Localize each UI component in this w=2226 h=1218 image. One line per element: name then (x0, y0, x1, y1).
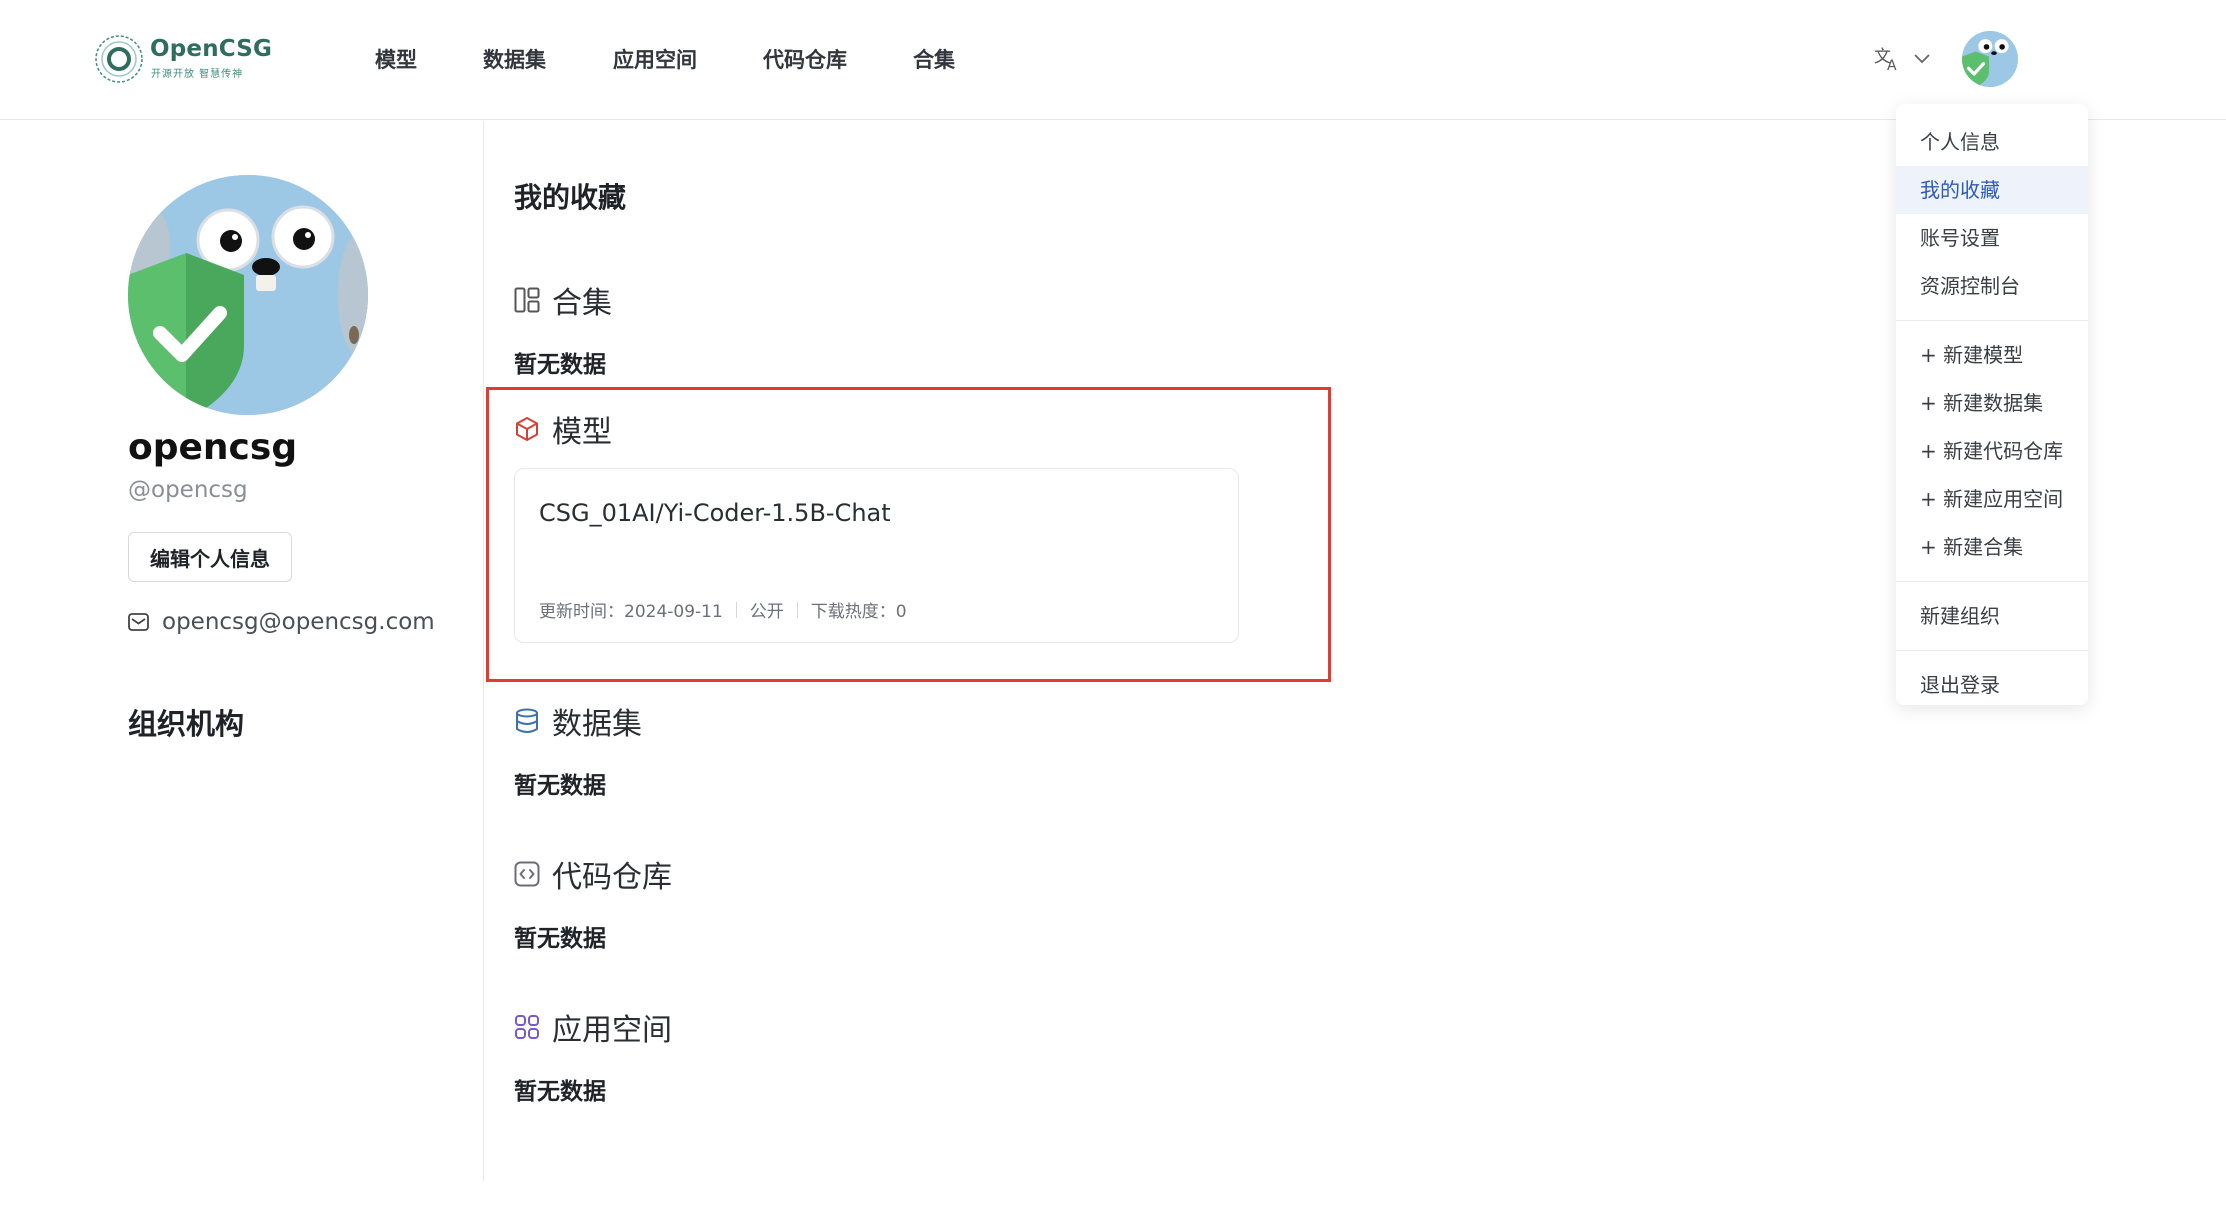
edit-profile-button[interactable]: 编辑个人信息 (128, 532, 292, 582)
menu-new-space[interactable]: + 新建应用空间 (1896, 475, 2088, 523)
section-collections-label: 合集 (552, 286, 612, 321)
section-models-label: 模型 (552, 415, 612, 450)
menu-new-code-repo[interactable]: + 新建代码仓库 (1896, 427, 2088, 475)
opencsg-logo[interactable]: OpenCSG 开源开放 智慧传神 (94, 34, 272, 86)
menu-account-settings[interactable]: 账号设置 (1896, 214, 2088, 262)
language-switcher[interactable]: 文 A (1874, 46, 1930, 72)
meta-divider (735, 601, 737, 618)
main-nav: 模型 数据集 应用空间 代码仓库 合集 (375, 44, 1021, 74)
chevron-down-icon (1914, 54, 1930, 64)
datasets-empty-text: 暂无数据 (514, 773, 606, 799)
user-name: opencsg (128, 427, 298, 468)
svg-text:A: A (1887, 58, 1897, 72)
model-visibility: 公开 (749, 602, 784, 622)
code-icon (514, 861, 540, 887)
nav-datasets[interactable]: 数据集 (483, 44, 546, 74)
model-card[interactable]: CSG_01AI/Yi-Coder-1.5B-Chat 更新时间：2024-09… (514, 468, 1239, 643)
model-card-title[interactable]: CSG_01AI/Yi-Coder-1.5B-Chat (539, 499, 891, 527)
profile-avatar (128, 175, 368, 415)
collection-icon (514, 287, 540, 313)
user-dropdown-menu: 个人信息 我的收藏 账号设置 资源控制台 + 新建模型 + 新建数据集 + 新建… (1896, 104, 2088, 705)
menu-divider (1896, 581, 2088, 582)
code-empty-text: 暂无数据 (514, 926, 606, 952)
meta-divider (796, 601, 798, 618)
user-avatar[interactable] (1962, 31, 2018, 87)
section-collections-heading: 合集 (514, 278, 612, 322)
translate-icon: 文 A (1874, 47, 1897, 72)
page-title: 我的收藏 (514, 181, 627, 214)
menu-profile-info[interactable]: 个人信息 (1896, 118, 2088, 166)
menu-divider (1896, 650, 2088, 651)
spaces-empty-text: 暂无数据 (514, 1079, 606, 1105)
menu-resource-console[interactable]: 资源控制台 (1896, 262, 2088, 310)
menu-logout[interactable]: 退出登录 (1896, 661, 2088, 709)
mail-icon (128, 613, 149, 631)
section-datasets-label: 数据集 (552, 707, 642, 742)
profile-sidebar: opencsg @opencsg 编辑个人信息 opencsg@opencsg.… (0, 121, 484, 1181)
model-updated-time: 更新时间：2024-09-11 (539, 602, 723, 622)
model-card-meta: 更新时间：2024-09-11 公开 下载热度：0 (539, 597, 907, 622)
section-datasets-heading: 数据集 (514, 699, 642, 743)
logo-title: OpenCSG (150, 36, 273, 62)
email-text: opencsg@opencsg.com (162, 609, 435, 635)
section-models-heading: 模型 (514, 407, 612, 451)
gopher-avatar-icon (128, 175, 368, 415)
top-header: OpenCSG 开源开放 智慧传神 模型 数据集 应用空间 代码仓库 合集 文 … (0, 0, 2226, 120)
collections-empty-text: 暂无数据 (514, 352, 606, 378)
section-code-label: 代码仓库 (552, 860, 672, 895)
logo-icon (95, 35, 143, 83)
section-code-heading: 代码仓库 (514, 852, 672, 896)
nav-spaces[interactable]: 应用空间 (613, 44, 697, 74)
menu-new-collection[interactable]: + 新建合集 (1896, 523, 2088, 571)
menu-divider (1896, 320, 2088, 321)
menu-new-model[interactable]: + 新建模型 (1896, 331, 2088, 379)
cube-icon (516, 417, 538, 441)
email-row: opencsg@opencsg.com (128, 609, 435, 635)
nav-code[interactable]: 代码仓库 (763, 44, 847, 74)
gopher-avatar-icon (1962, 31, 2018, 87)
model-downloads: 下载热度：0 (810, 602, 907, 622)
organizations-heading: 组织机构 (128, 707, 245, 741)
database-icon (516, 708, 538, 733)
logo-subtitle: 开源开放 智慧传神 (151, 69, 244, 80)
user-handle: @opencsg (128, 477, 248, 503)
nav-collections[interactable]: 合集 (913, 44, 955, 74)
section-spaces-label: 应用空间 (552, 1013, 672, 1048)
menu-new-dataset[interactable]: + 新建数据集 (1896, 379, 2088, 427)
section-spaces-heading: 应用空间 (514, 1005, 672, 1049)
menu-new-organization[interactable]: 新建组织 (1896, 592, 2088, 640)
menu-my-favorites[interactable]: 我的收藏 (1896, 166, 2088, 214)
nav-models[interactable]: 模型 (375, 44, 417, 74)
apps-icon (515, 1015, 539, 1039)
